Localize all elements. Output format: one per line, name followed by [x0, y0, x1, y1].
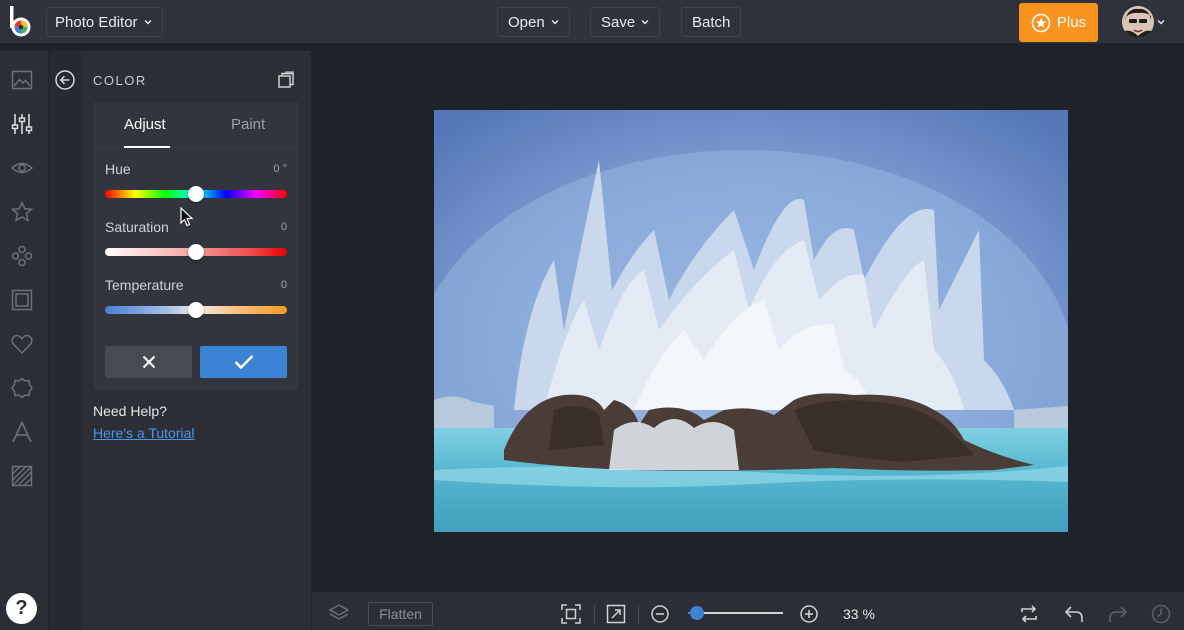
chevron-down-icon	[641, 20, 649, 25]
sliders-icon[interactable]	[11, 113, 33, 135]
panel-title: COLOR	[93, 73, 147, 88]
star-badge-icon	[1031, 13, 1051, 32]
layers-icon[interactable]	[329, 603, 349, 623]
tutorial-link[interactable]: Here's a Tutorial	[93, 425, 195, 441]
befunky-logo-icon[interactable]	[8, 4, 36, 40]
batch-button[interactable]: Batch	[681, 7, 742, 37]
star-icon[interactable]	[11, 201, 33, 223]
temperature-value: 0	[280, 279, 287, 291]
chevron-down-icon	[144, 20, 152, 25]
chevron-down-icon	[551, 20, 559, 25]
tab-adjust[interactable]: Adjust	[124, 116, 166, 133]
actual-size-icon[interactable]	[606, 604, 626, 624]
app-menu-label: Photo Editor	[55, 13, 138, 31]
wave-photo-icon	[434, 110, 1068, 532]
undo-icon[interactable]	[1064, 604, 1084, 624]
saturation-label: Saturation	[105, 219, 169, 235]
texture-icon[interactable]	[11, 377, 33, 399]
tab-paint[interactable]: Paint	[231, 116, 265, 133]
flatten-button[interactable]: Flatten	[368, 602, 433, 626]
zoom-slider-knob[interactable]	[689, 606, 704, 620]
save-button[interactable]: Save	[590, 7, 661, 37]
top-bar: Photo Editor Open Save Batch Plus	[0, 0, 1184, 44]
mouse-cursor-icon	[180, 207, 194, 227]
temperature-slider-knob[interactable]	[188, 302, 204, 318]
photo-image[interactable]	[434, 110, 1068, 532]
text-icon[interactable]	[11, 421, 33, 443]
eye-icon[interactable]	[11, 157, 33, 179]
batch-label: Batch	[692, 13, 731, 31]
heart-icon[interactable]	[11, 333, 33, 355]
temperature-label: Temperature	[105, 277, 184, 293]
hatch-icon[interactable]	[11, 465, 33, 487]
tab-bar: Adjust Paint	[93, 102, 299, 148]
help-heading: Need Help?	[93, 403, 167, 419]
toolbar-divider	[638, 604, 639, 624]
close-icon	[142, 355, 155, 369]
fit-to-screen-icon[interactable]	[561, 604, 581, 624]
cancel-button[interactable]	[105, 346, 192, 378]
open-label: Open	[508, 13, 545, 31]
checkmark-icon	[234, 355, 253, 370]
bottom-toolbar	[312, 592, 1184, 630]
avatar[interactable]	[1122, 6, 1154, 38]
user-photo-icon	[1122, 6, 1154, 38]
apply-button[interactable]	[200, 346, 287, 378]
zoom-value: 33 %	[843, 606, 875, 622]
panel-strip	[50, 51, 81, 630]
hue-slider-knob[interactable]	[188, 186, 204, 202]
open-button[interactable]: Open	[497, 7, 570, 37]
help-button[interactable]: ?	[6, 593, 37, 624]
history-clock-icon[interactable]	[1151, 604, 1171, 624]
redo-icon[interactable]	[1108, 604, 1128, 624]
compare-swap-icon[interactable]	[1019, 604, 1039, 624]
adjust-card: Adjust Paint Hue 0 ° Saturation 0 Temper…	[93, 102, 299, 390]
active-tab-indicator	[124, 146, 170, 148]
hue-value: 0 °	[273, 163, 287, 175]
flatten-label: Flatten	[379, 606, 422, 622]
app-menu-button[interactable]: Photo Editor	[46, 7, 163, 37]
plus-label: Plus	[1056, 14, 1087, 31]
toolbar-divider	[594, 604, 595, 624]
zoom-out-icon[interactable]	[650, 604, 670, 624]
help-label: ?	[15, 597, 28, 619]
duplicate-icon[interactable]	[278, 71, 295, 88]
frame-icon[interactable]	[11, 289, 33, 311]
back-arrow-icon[interactable]	[55, 70, 75, 90]
chevron-down-icon[interactable]	[1157, 18, 1165, 26]
saturation-value: 0	[280, 221, 287, 233]
plus-button[interactable]: Plus	[1019, 3, 1098, 42]
save-label: Save	[601, 13, 636, 31]
saturation-slider-knob[interactable]	[188, 244, 204, 260]
zoom-in-icon[interactable]	[799, 604, 819, 624]
hue-label: Hue	[105, 161, 131, 177]
overlays-icon[interactable]	[11, 245, 33, 267]
image-icon[interactable]	[11, 69, 33, 91]
